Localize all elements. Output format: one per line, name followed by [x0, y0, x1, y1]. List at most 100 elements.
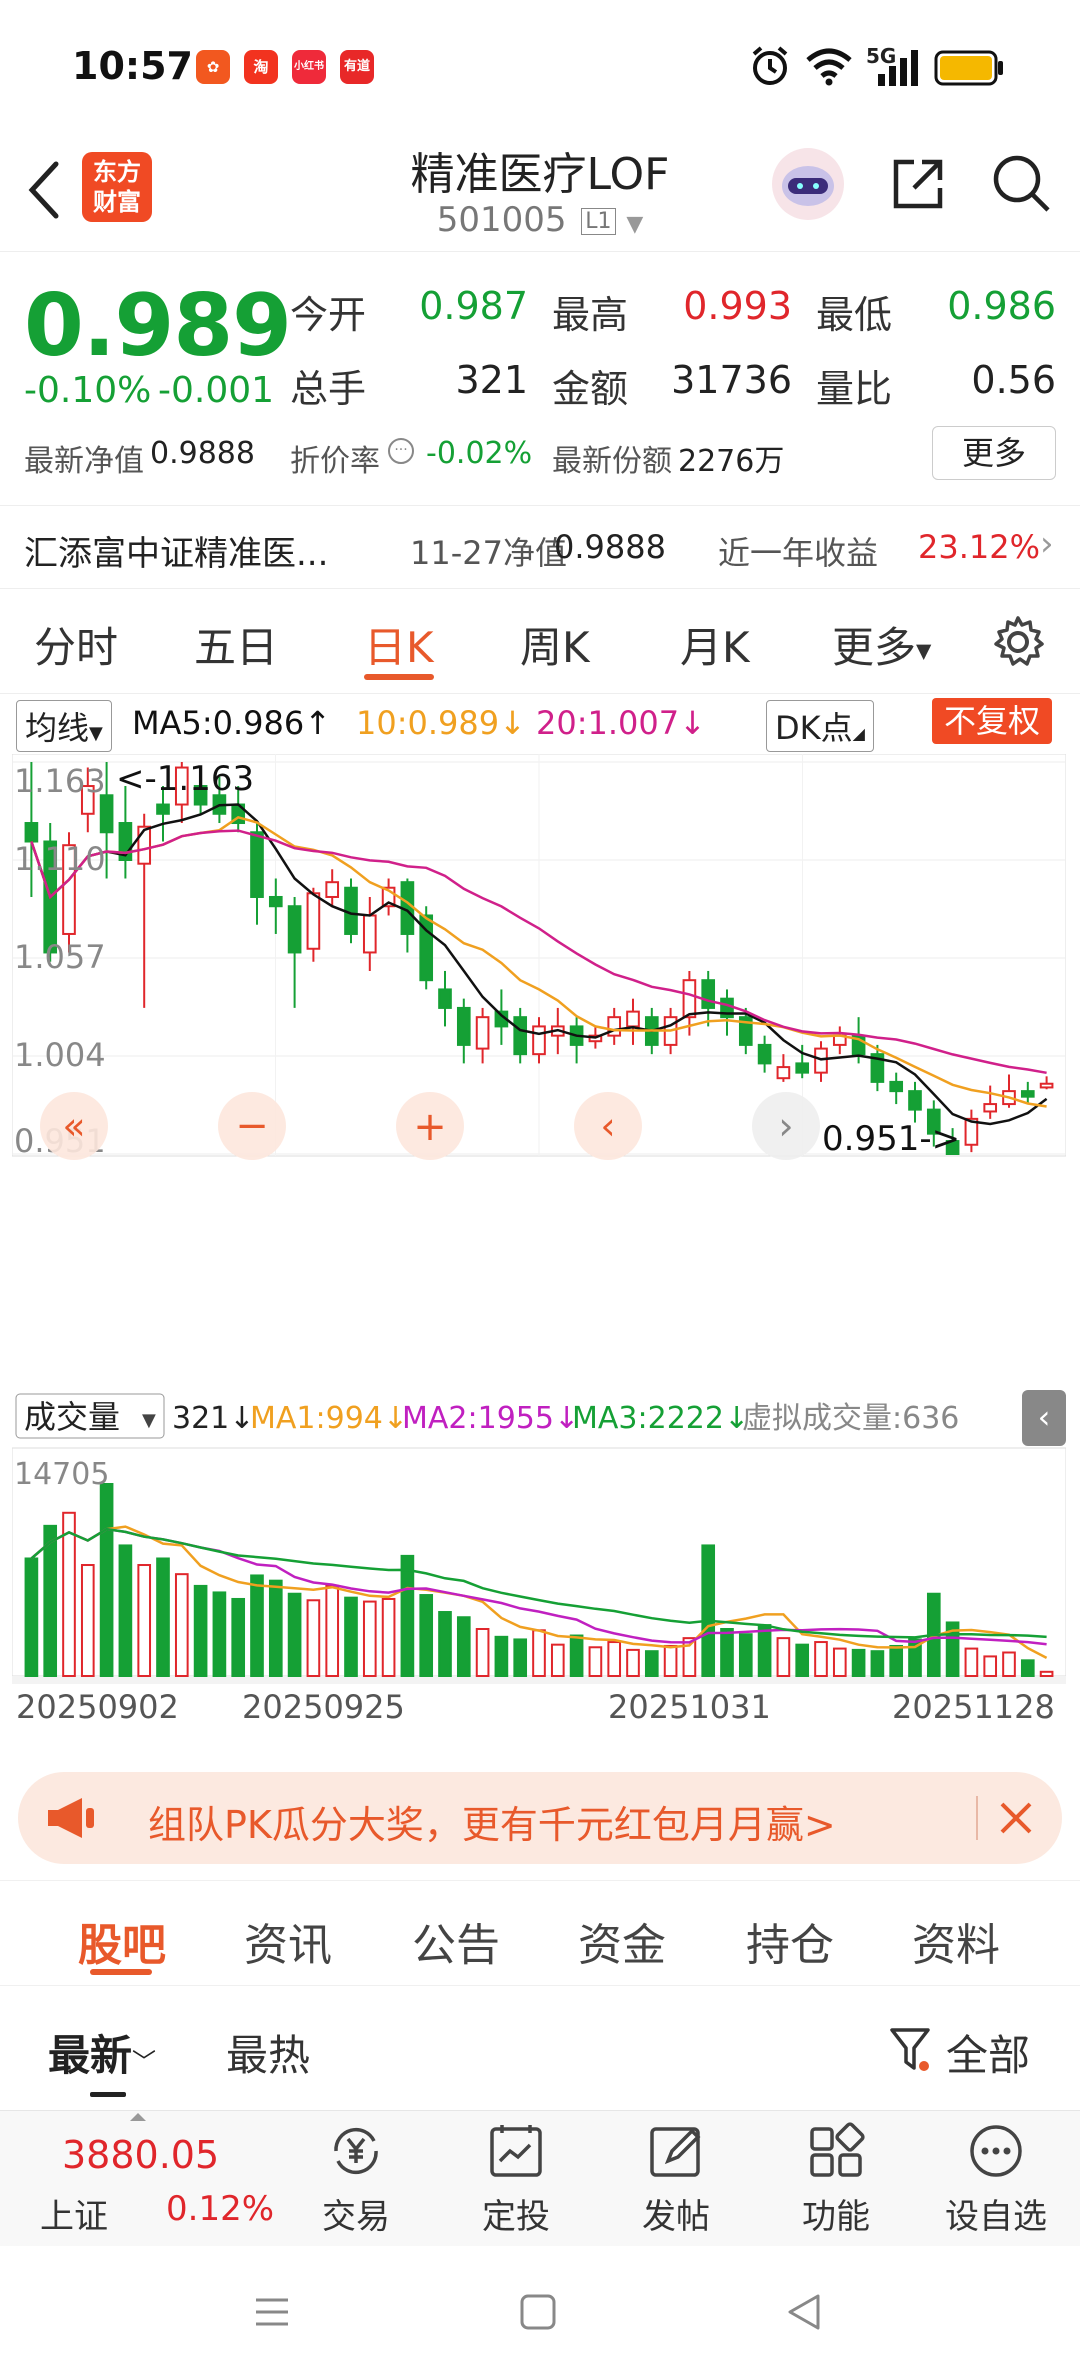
tab-profile[interactable]: 资料 — [912, 1909, 1000, 1973]
candle-body — [513, 1016, 528, 1056]
x-axis-strip — [12, 1676, 1066, 1684]
system-nav-bar — [0, 2246, 1080, 2378]
candle-body — [362, 914, 377, 954]
fund-info-row[interactable]: 汇添富中证精准医... 11-27净值 0.9888 近一年收益 23.12% … — [0, 505, 1080, 589]
candle-body — [983, 1103, 998, 1113]
candle-body — [757, 1043, 772, 1065]
edit-post-icon — [650, 2127, 701, 2177]
ma10-value: 10:0.989↓ — [356, 704, 526, 742]
candle-body — [889, 1080, 904, 1093]
auto-invest-icon — [490, 2125, 542, 2177]
menu-icon[interactable] — [252, 2292, 292, 2332]
indicator-select[interactable]: 均线▼ — [16, 700, 112, 752]
dk-point-select[interactable]: DK点◢ — [766, 700, 874, 752]
fund-nav-value: 0.9888 — [554, 528, 666, 566]
settings-gear-icon[interactable] — [990, 614, 1046, 670]
volume-bar — [720, 1627, 734, 1677]
filter-all[interactable]: 全部 — [946, 2022, 1030, 2083]
volume-bar — [870, 1650, 885, 1677]
volume-bar — [43, 1524, 58, 1677]
volume-bar — [494, 1635, 509, 1677]
tab-weekly-k[interactable]: 周K — [520, 614, 590, 675]
status-bar: 10:57 ✿ 淘 小红书 有道 5G — [0, 0, 1080, 130]
volume-bar — [475, 1627, 490, 1677]
promo-banner[interactable]: 组队PK瓜分大奖，更有千元红包月月赢> — [18, 1772, 1062, 1864]
battery-icon — [934, 50, 1003, 86]
fund-code: 501005 — [436, 200, 567, 240]
nav-trade[interactable]: 交易 — [296, 2121, 416, 2238]
tab-news[interactable]: 资讯 — [244, 1909, 332, 1973]
candle-body — [456, 1006, 471, 1046]
open-value: 0.987 — [419, 284, 528, 328]
adjust-mode-button[interactable]: 不复权 — [932, 698, 1053, 744]
tab-five-day[interactable]: 五日 — [194, 614, 278, 675]
sort-hot[interactable]: 最热 — [226, 2022, 310, 2083]
volume-value: 321↓ — [172, 1401, 254, 1436]
ma20-value: 20:1.007↓ — [536, 704, 706, 742]
tab-intraday[interactable]: 分时 — [34, 614, 118, 675]
nav-auto-invest[interactable]: 定投 — [456, 2121, 576, 2238]
sort-latest[interactable]: 最新﹀ — [48, 2022, 156, 2083]
last-price: 0.989 — [24, 276, 292, 376]
home-square-icon[interactable] — [518, 2292, 558, 2332]
kline-chart[interactable]: 1.1631.1101.0571.0040.951 <-1.163 0.951-… — [12, 754, 1066, 1384]
info-icon[interactable]: ··· — [388, 438, 414, 464]
volume-bar — [644, 1650, 659, 1677]
chevron-down-icon: ▼ — [626, 212, 644, 237]
double-chevron-left-icon: « — [62, 1104, 85, 1148]
chart-controls: « − + ‹ › — [40, 1092, 820, 1160]
candle-body — [682, 979, 697, 1019]
filter-icon[interactable] — [888, 2024, 932, 2074]
caret-up-icon — [130, 2113, 146, 2121]
more-button[interactable]: 更多 — [932, 426, 1056, 480]
nav-post[interactable]: 发帖 — [616, 2121, 736, 2238]
virtual-volume: 虚拟成交量:636 — [742, 1401, 959, 1436]
tab-more[interactable]: 更多▼ — [832, 614, 931, 675]
volume-chart[interactable]: 成交量 ▼ 321↓ MA1:994↓ MA2:1955↓ MA3:2222↓ … — [12, 1384, 1066, 1754]
index-name: 上证 — [40, 2197, 108, 2237]
volume-bar — [118, 1544, 133, 1677]
nav-add-watchlist[interactable]: 设自选 — [936, 2121, 1056, 2238]
tab-daily-k[interactable]: 日K — [364, 614, 434, 675]
volume-bar — [99, 1483, 114, 1677]
tab-monthly-k[interactable]: 月K — [680, 614, 750, 675]
index-value[interactable]: 3880.05 — [62, 2133, 219, 2177]
volume-bar — [964, 1647, 979, 1677]
shares-value: 2276万 — [678, 444, 785, 479]
back-triangle-icon[interactable] — [784, 2292, 824, 2332]
volume-bar — [174, 1573, 189, 1677]
x-date-3: 20251031 — [608, 1688, 771, 1726]
tab-announcements[interactable]: 公告 — [412, 1909, 500, 1973]
search-icon[interactable] — [990, 152, 1052, 214]
y-tick-label: 1.110 — [14, 840, 106, 878]
volume-bar — [193, 1584, 208, 1677]
nav-functions[interactable]: 功能 — [776, 2121, 896, 2238]
volume-indicator-label: 成交量 — [24, 1398, 120, 1436]
forum-tab-indicator — [90, 1969, 152, 1975]
tab-holdings[interactable]: 持仓 — [746, 1909, 834, 1973]
volume-bar — [419, 1594, 434, 1677]
volume-bar — [814, 1641, 828, 1678]
candle-body — [532, 1025, 546, 1056]
close-icon[interactable] — [996, 1798, 1036, 1838]
tab-capital[interactable]: 资金 — [578, 1909, 666, 1973]
candle-body — [626, 1010, 640, 1028]
volume-bar — [569, 1634, 584, 1677]
app-icon-1: ✿ — [196, 50, 230, 84]
share-icon[interactable] — [888, 154, 948, 214]
volume-bar — [795, 1643, 810, 1678]
chevron-down-icon: ﹀ — [132, 2048, 157, 2076]
volume-max-tick: 14705 — [14, 1457, 109, 1492]
tab-forum[interactable]: 股吧 — [78, 1909, 166, 1973]
return-label: 近一年收益 — [718, 534, 879, 572]
candle-body — [325, 881, 340, 898]
caret-down-icon: ▼ — [142, 1410, 156, 1431]
min-price-label: 0.951-> — [822, 1119, 960, 1159]
volume-bar — [832, 1647, 847, 1677]
dk-label: DK点 — [775, 709, 853, 747]
sort-indicator — [90, 2092, 126, 2097]
volume-bar — [889, 1644, 904, 1677]
volume-bar — [757, 1624, 772, 1678]
assistant-avatar-icon[interactable] — [770, 146, 846, 222]
volume-bar — [80, 1564, 95, 1677]
